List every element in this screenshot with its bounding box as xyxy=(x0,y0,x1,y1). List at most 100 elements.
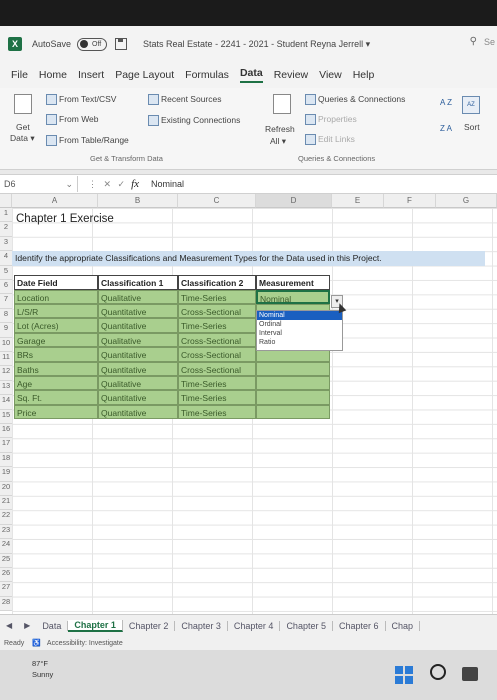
row-header[interactable]: 19 xyxy=(0,467,12,482)
cell-classification-2[interactable]: Cross-Sectional xyxy=(178,332,256,348)
chevron-down-icon[interactable]: ⌄ xyxy=(65,176,73,192)
taskbar-app-icon[interactable] xyxy=(462,667,478,681)
column-header-b[interactable]: B xyxy=(98,194,178,208)
column-header-a[interactable]: A xyxy=(12,194,98,208)
cell-classification-2[interactable]: Time-Series xyxy=(178,404,256,420)
row-header[interactable]: 22 xyxy=(0,510,12,525)
tab-chapter-3[interactable]: Chapter 3 xyxy=(175,620,228,631)
row-header[interactable]: 24 xyxy=(0,539,12,554)
tab-data[interactable]: Data xyxy=(36,620,69,631)
search-box-hint[interactable]: Se xyxy=(484,37,495,47)
formula-input[interactable]: Nominal xyxy=(151,179,184,189)
get-data-button[interactable]: Get xyxy=(16,122,30,132)
row-header[interactable]: 8 xyxy=(0,308,12,324)
row-header[interactable]: 14 xyxy=(0,395,12,410)
cell-classification-1[interactable]: Quantitative xyxy=(98,390,178,405)
row-header[interactable]: 1 xyxy=(0,208,12,223)
worksheet-grid[interactable]: A B C D E F G 1 2 3 4 5 6 7 8 9 10 11 12… xyxy=(0,194,497,614)
cell-measurement[interactable] xyxy=(256,390,330,405)
taskbar-search-icon[interactable] xyxy=(430,664,446,680)
tab-chapter-6[interactable]: Chapter 6 xyxy=(333,620,386,631)
cell-classification-1[interactable]: Qualitative xyxy=(98,289,178,304)
row-header[interactable]: 3 xyxy=(0,236,12,252)
queries-connections-button[interactable]: Queries & Connections xyxy=(305,94,405,106)
menu-formulas[interactable]: Formulas xyxy=(185,69,229,81)
row-header[interactable]: 13 xyxy=(0,380,12,396)
row-header[interactable]: 2 xyxy=(0,222,12,237)
title-caret-icon[interactable]: ▾ xyxy=(366,39,371,49)
row-header[interactable]: 23 xyxy=(0,524,12,540)
column-header-e[interactable]: E xyxy=(332,194,384,208)
row-header[interactable]: 28 xyxy=(0,596,12,612)
cell-classification-2[interactable]: Cross-Sectional xyxy=(178,347,256,362)
tab-chap-truncated[interactable]: Chap xyxy=(386,620,421,631)
get-data-button-caret[interactable]: Data ▾ xyxy=(10,133,35,144)
cancel-confirm-icons[interactable]: ⋮ ✕ ✓ xyxy=(88,179,127,190)
column-header-f[interactable]: F xyxy=(384,194,436,208)
cell-classification-2[interactable]: Time-Series xyxy=(178,376,256,391)
dropdown-option-interval[interactable]: Interval xyxy=(257,329,342,338)
from-table-range-button[interactable]: From Table/Range xyxy=(46,135,129,147)
refresh-all-button[interactable]: Refresh xyxy=(265,124,295,134)
sort-za-button[interactable]: Z A xyxy=(440,124,452,133)
row-header[interactable]: 21 xyxy=(0,496,12,511)
row-header[interactable]: 16 xyxy=(0,424,12,439)
properties-button[interactable]: Properties xyxy=(305,114,357,126)
cell-classification-1[interactable]: Quantitative xyxy=(98,404,178,420)
cell-date-field[interactable]: Garage xyxy=(14,332,98,348)
sheet-title[interactable]: Chapter 1 Exercise xyxy=(16,212,114,226)
menu-file[interactable]: File xyxy=(11,69,28,81)
dropdown-option-ordinal[interactable]: Ordinal xyxy=(257,320,342,329)
cell-classification-1[interactable]: Quantitative xyxy=(98,361,178,376)
cell-classification-2[interactable]: Cross-Sectional xyxy=(178,361,256,376)
cell-classification-2[interactable]: Time-Series xyxy=(178,390,256,405)
column-header-d[interactable]: D xyxy=(256,194,332,208)
tab-nav-prev-icon[interactable]: ◀ xyxy=(0,621,18,630)
menu-home[interactable]: Home xyxy=(39,69,67,81)
tab-nav-next-icon[interactable]: ▶ xyxy=(18,621,36,630)
from-text-csv-button[interactable]: From Text/CSV xyxy=(46,94,116,106)
cell-date-field[interactable]: Price xyxy=(14,404,98,420)
select-all-corner[interactable] xyxy=(0,194,12,208)
table-header-measurement[interactable]: Measurement xyxy=(256,275,330,290)
row-header[interactable]: 7 xyxy=(0,294,12,309)
tab-chapter-1[interactable]: Chapter 1 xyxy=(68,619,123,632)
cell-classification-1[interactable]: Quantitative xyxy=(98,318,178,333)
search-icon[interactable]: ⚲ xyxy=(470,36,477,47)
tab-chapter-2[interactable]: Chapter 2 xyxy=(123,620,176,631)
cell-classification-1[interactable]: Quantitative xyxy=(98,304,178,319)
save-icon[interactable] xyxy=(115,38,128,50)
sort-dialog-icon[interactable]: AZ xyxy=(462,96,480,114)
row-header[interactable]: 27 xyxy=(0,582,12,597)
tab-chapter-5[interactable]: Chapter 5 xyxy=(280,620,333,631)
cell-date-field[interactable]: Baths xyxy=(14,361,98,376)
table-header-date-field[interactable]: Date Field xyxy=(14,275,98,290)
cell-classification-2[interactable]: Time-Series xyxy=(178,289,256,304)
row-header[interactable]: 26 xyxy=(0,568,12,583)
table-header-classification-2[interactable]: Classification 2 xyxy=(178,275,256,290)
menu-data[interactable]: Data xyxy=(239,67,263,83)
menu-page-layout[interactable]: Page Layout xyxy=(115,69,174,81)
refresh-all-caret[interactable]: All ▾ xyxy=(270,136,286,147)
cell-measurement[interactable] xyxy=(256,376,330,391)
cell-date-field[interactable]: Age xyxy=(14,376,98,391)
cell-measurement[interactable] xyxy=(256,361,330,376)
cell-date-field[interactable]: BRs xyxy=(14,347,98,362)
weather-widget[interactable]: 87°F Sunny xyxy=(32,658,53,680)
cell-measurement[interactable] xyxy=(256,404,330,420)
windows-start-icon[interactable] xyxy=(395,666,413,684)
row-header[interactable]: 6 xyxy=(0,280,12,295)
row-header[interactable]: 15 xyxy=(0,409,12,424)
menu-help[interactable]: Help xyxy=(353,69,375,81)
edit-links-button[interactable]: Edit Links xyxy=(305,134,355,146)
row-header[interactable]: 20 xyxy=(0,481,12,496)
dropdown-option-nominal[interactable]: Nominal xyxy=(257,311,342,320)
column-header-g[interactable]: G xyxy=(436,194,497,208)
cell-classification-2[interactable]: Time-Series xyxy=(178,318,256,333)
row-header[interactable]: 25 xyxy=(0,553,12,568)
row-header[interactable]: 10 xyxy=(0,337,12,352)
row-header[interactable]: 11 xyxy=(0,352,12,367)
column-header-c[interactable]: C xyxy=(178,194,256,208)
menu-insert[interactable]: Insert xyxy=(78,69,104,81)
cell-date-field[interactable]: Sq. Ft. xyxy=(14,390,98,405)
